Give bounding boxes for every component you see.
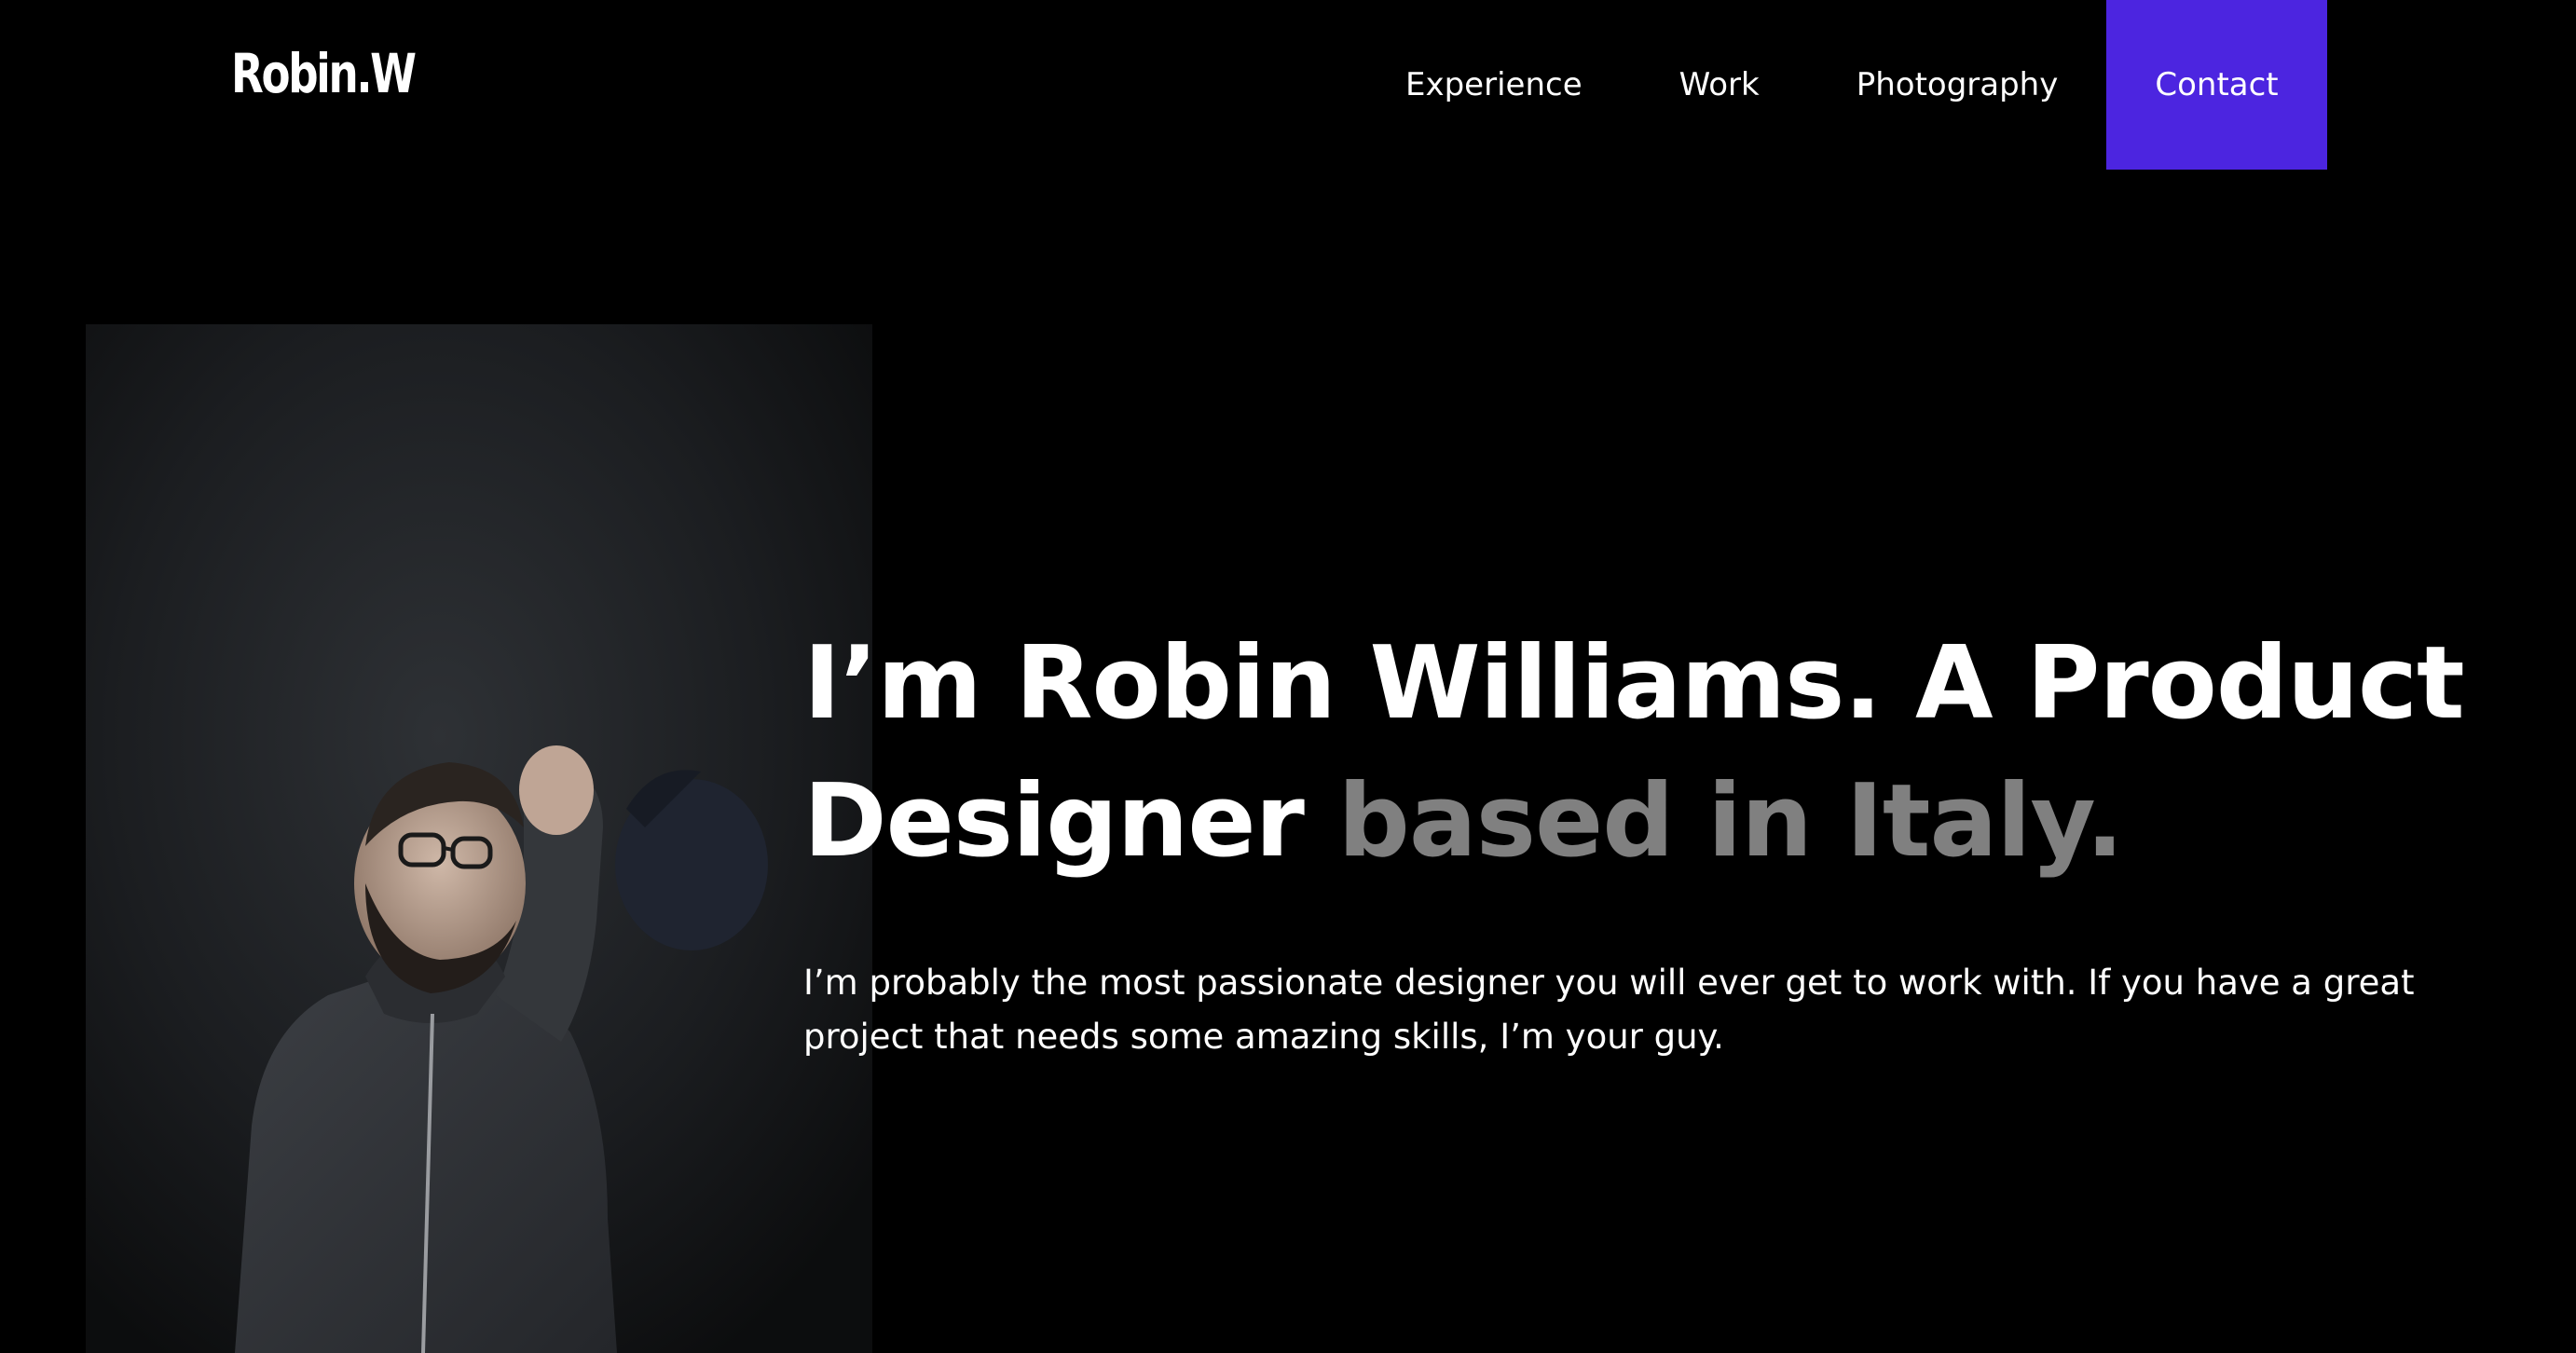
- site-logo[interactable]: Robin.W: [231, 41, 417, 106]
- portrait-photo: [86, 324, 872, 1353]
- nav-experience[interactable]: Experience: [1357, 0, 1631, 170]
- hero-headline: I’m Robin Williams. A Product Designer b…: [803, 615, 2537, 891]
- main-nav: Experience Work Photography Contact: [1357, 0, 2327, 170]
- nav-photography[interactable]: Photography: [1808, 0, 2107, 170]
- nav-contact-button[interactable]: Contact: [2106, 0, 2327, 170]
- headline-location: based in Italy.: [1337, 763, 2124, 880]
- nav-work[interactable]: Work: [1631, 0, 1808, 170]
- hero-intro: I’m probably the most passionate designe…: [803, 963, 2415, 1057]
- portrait-illustration: [86, 324, 872, 1353]
